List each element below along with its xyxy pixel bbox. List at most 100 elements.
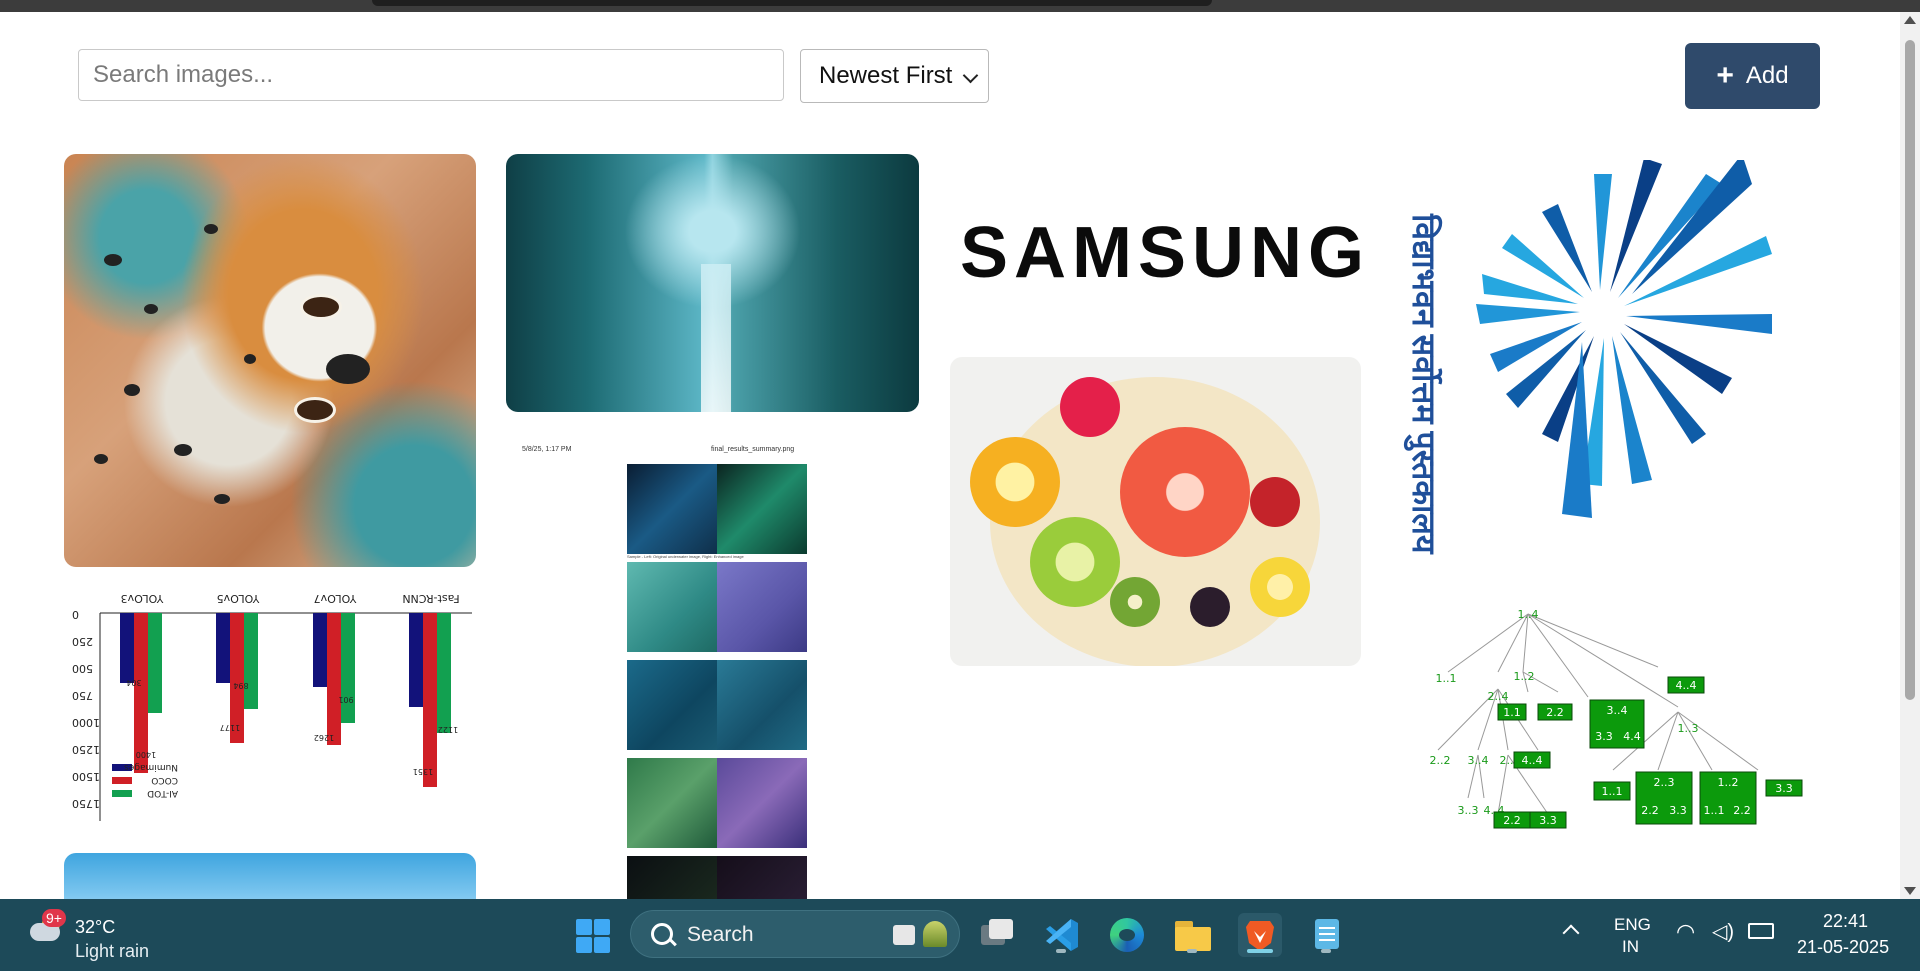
bar (216, 613, 230, 683)
cheetah-spot (174, 444, 192, 456)
lime (1030, 517, 1120, 607)
vscode-icon[interactable] (1040, 913, 1084, 957)
raspberry-bowl (1060, 377, 1120, 437)
data-label: 901 (338, 695, 353, 704)
sort-selected-label: Newest First (819, 62, 953, 89)
clock-date[interactable]: 21-05-2025 (1797, 937, 1889, 958)
battery-icon[interactable] (1748, 923, 1774, 939)
chevron-up-icon[interactable] (1562, 924, 1580, 942)
svg-text:2.2: 2.2 (1733, 804, 1751, 817)
svg-text:1..1: 1..1 (1436, 672, 1457, 685)
svg-text:2.2: 2.2 (1546, 706, 1564, 719)
cheetah-spot (204, 224, 218, 234)
bar (423, 613, 437, 787)
scrollbar-thumb[interactable] (1905, 40, 1915, 700)
thumb-enhanced (717, 562, 807, 652)
grapefruit (1120, 427, 1250, 557)
cheetah-spot (124, 384, 140, 396)
data-label: 1122 (438, 725, 458, 734)
svg-text:3..3: 3..3 (1458, 804, 1479, 817)
cheetah-eye (294, 397, 336, 423)
plus-icon: + (1716, 59, 1734, 92)
image-card-sky[interactable] (64, 853, 476, 899)
y-tick-label: 1000 (72, 716, 100, 729)
svg-text:4..4: 4..4 (1676, 679, 1697, 692)
doc-date: 5/8/25, 1:17 PM (522, 446, 572, 453)
image-card-cheetah[interactable] (64, 154, 476, 567)
cheetah-spot (244, 354, 256, 364)
thumb-enhanced (717, 856, 807, 899)
wifi-icon[interactable]: ◠ (1676, 919, 1695, 945)
image-card-rain-window[interactable] (506, 154, 919, 412)
clock-time[interactable]: 22:41 (1823, 911, 1868, 932)
running-indicator (1321, 949, 1331, 953)
doc-caption: Sample - Left: Original underwater image… (627, 554, 744, 559)
vertical-scrollbar[interactable] (1900, 12, 1920, 899)
windows-taskbar: 9+ 32°C Light rain Search ENG IN ◠ ◁) 22… (0, 899, 1920, 971)
y-tick-label: 250 (72, 635, 93, 648)
lemon (1250, 557, 1310, 617)
image-card-fruit[interactable] (950, 357, 1361, 666)
svg-text:3.3: 3.3 (1669, 804, 1687, 817)
data-label: 894 (233, 681, 248, 690)
thumb-original (627, 464, 717, 554)
svg-text:3.3: 3.3 (1775, 782, 1793, 795)
svg-text:1..2: 1..2 (1514, 670, 1535, 683)
windows-start-icon[interactable] (572, 913, 616, 957)
image-card-results-summary[interactable]: 5/8/25, 1:17 PM final_results_summary.pn… (506, 442, 919, 899)
image-card-samsung-logo[interactable]: SAMSUNG (960, 212, 1370, 294)
task-view-icon[interactable] (975, 913, 1019, 957)
brave-browser-icon[interactable] (1238, 913, 1282, 957)
weather-description: Light rain (75, 941, 150, 961)
add-button[interactable]: + Add (1685, 43, 1820, 109)
search-input[interactable] (78, 49, 784, 101)
cheetah-spot (144, 304, 158, 314)
tree-node: 1..4 (1518, 608, 1539, 621)
search-icon (651, 923, 673, 945)
image-card-bar-chart[interactable]: 0 250 500 750 1000 1250 1500 1750 YOLOv3 YOLOv5 YO… (62, 591, 478, 823)
svg-text:1.1: 1.1 (1503, 706, 1521, 719)
doc-thumbnails: Sample - Left: Original underwater image… (627, 462, 807, 899)
svg-text:2..3: 2..3 (1654, 776, 1675, 789)
cheetah-spot (104, 254, 122, 266)
bar (134, 613, 148, 773)
thumb-original (627, 758, 717, 848)
weather-widget[interactable]: 9+ 32°C Light rain (26, 909, 186, 961)
notepad-icon[interactable] (1305, 913, 1349, 957)
light-streak (701, 264, 731, 412)
scroll-down-arrow-icon[interactable] (1904, 887, 1916, 895)
bar (409, 613, 423, 707)
bar (341, 613, 355, 723)
image-card-tree-diagram[interactable]: 1..4 1..1 1..2 2..4 1.1 2.2 3..4 3.3 4.4… (1388, 602, 1808, 842)
svg-text:3..4: 3..4 (1607, 704, 1628, 717)
bar (437, 613, 451, 733)
sunburst-logo-icon (1476, 154, 1772, 518)
sort-select[interactable]: Newest First (800, 49, 989, 103)
volume-icon[interactable]: ◁) (1712, 919, 1734, 944)
language-bottom[interactable]: IN (1622, 937, 1639, 957)
language-top[interactable]: ENG (1614, 915, 1651, 935)
svg-text:4..4: 4..4 (1522, 754, 1543, 767)
thumb-original (627, 660, 717, 750)
thumb-original (627, 562, 717, 652)
taskbar-search[interactable]: Search (630, 910, 960, 958)
svg-text:1..2: 1..2 (1718, 776, 1739, 789)
edge-browser-icon[interactable] (1105, 913, 1149, 957)
orange-slice (970, 437, 1060, 527)
svg-text:3.3: 3.3 (1539, 814, 1557, 827)
file-explorer-icon[interactable] (1171, 913, 1215, 957)
search-highlight-icon (893, 925, 915, 945)
svg-text:3..4: 3..4 (1468, 754, 1489, 767)
thumb-enhanced (717, 660, 807, 750)
weather-badge: 9+ (42, 909, 66, 927)
svg-text:1..1: 1..1 (1704, 804, 1725, 817)
cheetah-nose (326, 354, 370, 384)
scroll-up-arrow-icon[interactable] (1904, 16, 1916, 24)
svg-text:1..1: 1..1 (1602, 785, 1623, 798)
chevron-down-icon (962, 67, 979, 84)
bar (327, 613, 341, 745)
bar (120, 613, 134, 683)
data-label: 1177 (220, 723, 240, 732)
image-card-blue-logo[interactable]: विद्याभवन सर्वोत्तम पुस्तकालय (1392, 154, 1812, 590)
bar (148, 613, 162, 713)
